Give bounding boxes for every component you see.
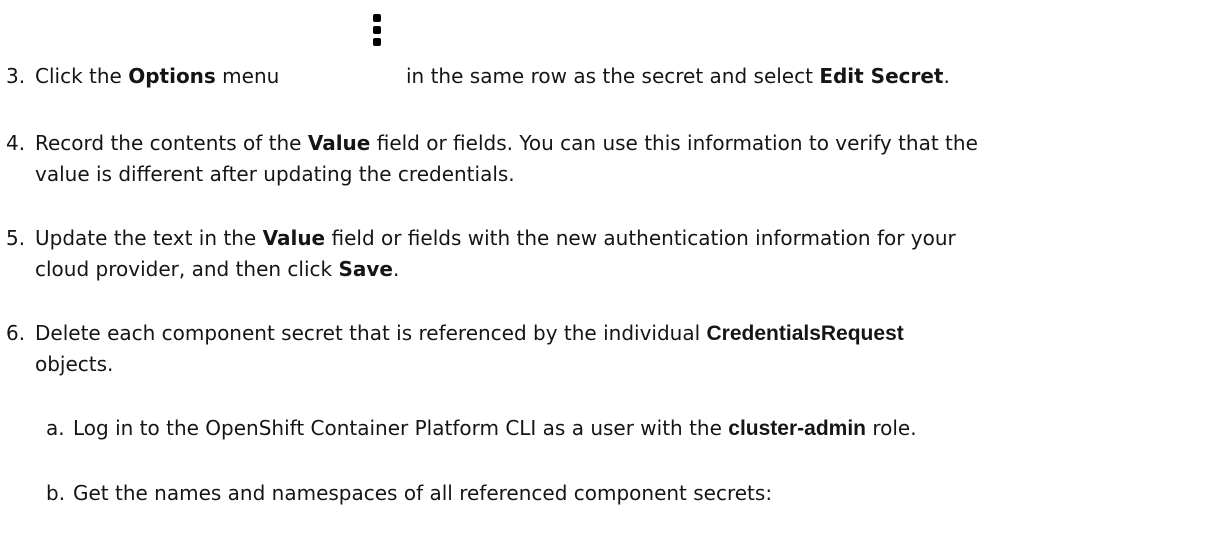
step-5-number: 5.	[6, 226, 26, 250]
step-3-text-end: in the same row as the secret and select…	[406, 64, 950, 88]
edit-secret-label: Edit Secret	[819, 64, 944, 88]
step-6-line-1: Delete each component secret that is ref…	[35, 321, 904, 345]
step-5-line-1: Update the text in the Value field or fi…	[35, 226, 956, 250]
step-6-line-2: objects.	[35, 352, 114, 376]
substep-b-text: Get the names and namespaces of all refe…	[73, 481, 773, 505]
save-label: Save	[338, 257, 393, 281]
options-label: Options	[128, 64, 216, 88]
step-3-number: 3.	[6, 64, 26, 88]
kebab-icon	[372, 14, 382, 62]
step-4-line-1: Record the contents of the Value field o…	[35, 131, 978, 155]
document-body: 3. Click the Options menu in the same ro…	[0, 0, 1223, 535]
step-5-line-2: cloud provider, and then click Save.	[35, 257, 400, 281]
step-3-text-start: Click the Options menu	[35, 64, 280, 88]
step-4-line-2: value is different after updating the cr…	[35, 162, 515, 186]
substep-a-letter: a.	[46, 416, 65, 440]
step-6-number: 6.	[6, 321, 26, 345]
step-4-number: 4.	[6, 131, 26, 155]
value-label: Value	[307, 131, 371, 155]
substep-b-letter: b.	[46, 481, 66, 505]
value-label: Value	[262, 226, 326, 250]
credentialsrequest-label: CredentialsRequest	[706, 322, 904, 345]
substep-a-text: Log in to the OpenShift Container Platfo…	[73, 416, 917, 440]
cluster-admin-label: cluster-admin	[728, 417, 866, 440]
